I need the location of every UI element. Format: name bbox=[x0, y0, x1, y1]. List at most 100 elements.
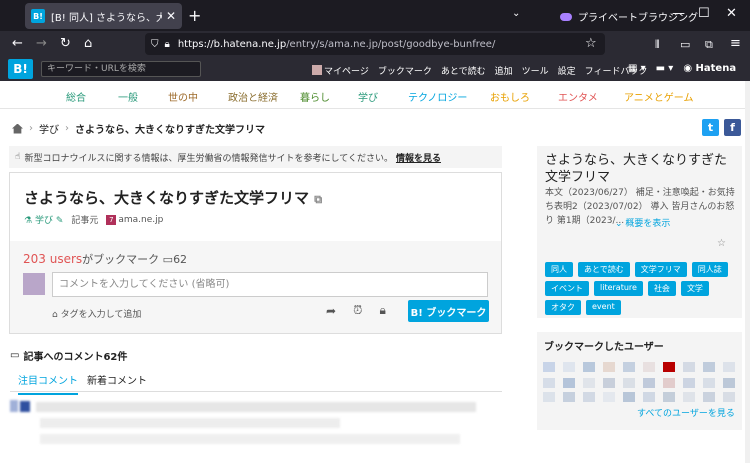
bookmark-star-icon[interactable]: ☆ bbox=[585, 36, 597, 51]
breadcrumb-category[interactable]: 学び bbox=[39, 121, 59, 136]
menu-settings[interactable]: 設定 bbox=[558, 64, 576, 77]
category-item[interactable]: 総合 bbox=[66, 89, 86, 104]
external-link-icon[interactable]: ⧉ bbox=[314, 193, 322, 206]
extensions-icon[interactable]: ⧉ bbox=[705, 38, 713, 52]
user-avatar[interactable] bbox=[543, 392, 555, 402]
user-avatar[interactable] bbox=[623, 362, 635, 372]
shield-icon[interactable]: ⛉ bbox=[151, 39, 159, 50]
url-bar[interactable]: ⛉ 🔒︎ https://b.hatena.ne.jp/entry/s/ama.… bbox=[145, 33, 605, 55]
user-avatar[interactable] bbox=[583, 378, 595, 388]
browser-tab[interactable]: B! [B! 同人] さようなら、大きくなりすぎ ✕ bbox=[25, 3, 182, 29]
tab-popular-comments[interactable]: 注目コメント bbox=[18, 372, 78, 395]
user-avatar[interactable] bbox=[663, 362, 675, 372]
tag-item[interactable]: イベント bbox=[545, 281, 589, 296]
category-item[interactable]: 暮らし bbox=[300, 89, 330, 104]
close-icon[interactable]: ✕ bbox=[166, 9, 176, 23]
library-icon[interactable]: ⫴ bbox=[655, 38, 660, 52]
tag-item[interactable]: オタク bbox=[545, 300, 581, 315]
tag-item[interactable]: 同人 bbox=[545, 262, 573, 277]
menu-mypage[interactable]: マイページ bbox=[312, 64, 369, 77]
tag-item[interactable]: 同人誌 bbox=[691, 262, 728, 277]
menu-read-later[interactable]: あとで読む bbox=[441, 64, 486, 77]
user-avatar[interactable] bbox=[643, 362, 655, 372]
star-icon[interactable]: ☆ bbox=[717, 238, 726, 249]
home-icon[interactable] bbox=[12, 123, 23, 134]
scrollbar[interactable] bbox=[745, 81, 750, 463]
user-avatar[interactable] bbox=[583, 392, 595, 402]
minimize-icon[interactable]: — bbox=[672, 6, 685, 21]
category-item[interactable]: テクノロジー bbox=[408, 89, 467, 104]
add-tag-link[interactable]: ⌂ タグを入力して追加 bbox=[52, 307, 141, 320]
chevron-down-icon[interactable]: ⌄ bbox=[512, 8, 520, 19]
close-window-icon[interactable]: ✕ bbox=[726, 6, 737, 21]
category-item[interactable]: アニメとゲーム bbox=[624, 89, 694, 104]
entry-category[interactable]: ⚗ 学び ✎ bbox=[24, 213, 63, 226]
menu-icon[interactable]: ≡ bbox=[730, 36, 741, 51]
back-icon[interactable]: ← bbox=[12, 36, 23, 51]
user-avatar[interactable] bbox=[723, 378, 735, 388]
url-text[interactable]: https://b.hatena.ne.jp/entry/s/ama.ne.jp… bbox=[178, 39, 496, 50]
category-item[interactable]: 学び bbox=[358, 89, 378, 104]
user-avatar[interactable] bbox=[723, 392, 735, 402]
forward-icon[interactable]: → bbox=[36, 36, 47, 51]
comment-input[interactable]: コメントを入力してください (省略可) bbox=[52, 272, 488, 297]
notice-link[interactable]: 情報を見る bbox=[396, 151, 441, 164]
tab-new-comments[interactable]: 新着コメント bbox=[87, 372, 147, 387]
alarm-icon[interactable]: ⏰︎ bbox=[353, 303, 362, 318]
reload-icon[interactable]: ↻ bbox=[60, 36, 71, 51]
new-tab-icon[interactable]: + bbox=[188, 6, 201, 25]
lock-icon[interactable]: 🔒︎ bbox=[165, 39, 170, 50]
user-avatar[interactable] bbox=[663, 378, 675, 388]
user-avatar[interactable] bbox=[603, 392, 615, 402]
twitter-icon[interactable]: t bbox=[702, 119, 719, 136]
all-users-link[interactable]: すべてのユーザーを見る bbox=[637, 406, 735, 419]
user-avatar[interactable] bbox=[683, 378, 695, 388]
user-avatar[interactable] bbox=[663, 392, 675, 402]
search-input[interactable]: キーワード・URLを検索 bbox=[41, 61, 201, 77]
show-summary-link[interactable]: ⌄ 概要を表示 bbox=[615, 216, 670, 229]
facebook-icon[interactable]: f bbox=[724, 119, 741, 136]
notification-icon[interactable]: ▬ ▾ bbox=[656, 63, 674, 74]
tag-item[interactable]: literature bbox=[594, 281, 643, 296]
hatena-logo[interactable]: B! bbox=[8, 59, 33, 79]
user-avatar[interactable] bbox=[643, 378, 655, 388]
tag-item[interactable]: 社会 bbox=[647, 281, 676, 296]
user-avatar[interactable] bbox=[683, 362, 695, 372]
home-icon[interactable]: ⌂ bbox=[84, 36, 92, 51]
tag-item[interactable]: event bbox=[586, 300, 621, 315]
reader-icon[interactable]: ▭ bbox=[680, 38, 690, 51]
menu-bookmark[interactable]: ブックマーク bbox=[378, 64, 432, 77]
user-avatar[interactable] bbox=[603, 362, 615, 372]
user-avatar[interactable] bbox=[723, 362, 735, 372]
category-item[interactable]: 政治と経済 bbox=[228, 89, 278, 104]
user-avatar[interactable] bbox=[703, 362, 715, 372]
user-avatar[interactable] bbox=[563, 378, 575, 388]
user-avatar[interactable] bbox=[623, 392, 635, 402]
share-icon[interactable]: ➦ bbox=[326, 304, 336, 318]
menu-add[interactable]: 追加 bbox=[495, 64, 513, 77]
user-avatar[interactable] bbox=[543, 362, 555, 372]
user-avatar[interactable] bbox=[583, 362, 595, 372]
user-avatar[interactable] bbox=[603, 378, 615, 388]
category-item[interactable]: おもしろ bbox=[490, 89, 530, 104]
entry-title[interactable]: さようなら、大きくなりすぎた文学フリマ ⧉ bbox=[24, 187, 322, 208]
users-count[interactable]: 203 usersがブックマーク ▭62 bbox=[23, 251, 187, 267]
entry-source[interactable]: 7 ama.ne.jp bbox=[106, 214, 163, 225]
user-avatar[interactable] bbox=[543, 378, 555, 388]
bookmark-button[interactable]: B! ブックマーク bbox=[408, 300, 489, 322]
maximize-icon[interactable]: ☐ bbox=[698, 6, 710, 21]
hatena-brand[interactable]: ◉ Hatena bbox=[683, 63, 736, 74]
category-item[interactable]: エンタメ bbox=[558, 89, 598, 104]
user-avatar[interactable] bbox=[703, 378, 715, 388]
category-item[interactable]: 一般 bbox=[118, 89, 138, 104]
user-avatar[interactable] bbox=[563, 362, 575, 372]
grid-icon[interactable]: ▦ ▾ bbox=[628, 63, 646, 74]
category-item[interactable]: 世の中 bbox=[168, 89, 198, 104]
tag-item[interactable]: あとで読む bbox=[578, 262, 630, 277]
user-avatar[interactable] bbox=[563, 392, 575, 402]
lock-icon[interactable]: 🔒︎ bbox=[379, 303, 385, 318]
user-avatar[interactable] bbox=[623, 378, 635, 388]
user-avatar[interactable] bbox=[703, 392, 715, 402]
tag-item[interactable]: 文学 bbox=[680, 281, 709, 296]
user-avatar[interactable] bbox=[643, 392, 655, 402]
